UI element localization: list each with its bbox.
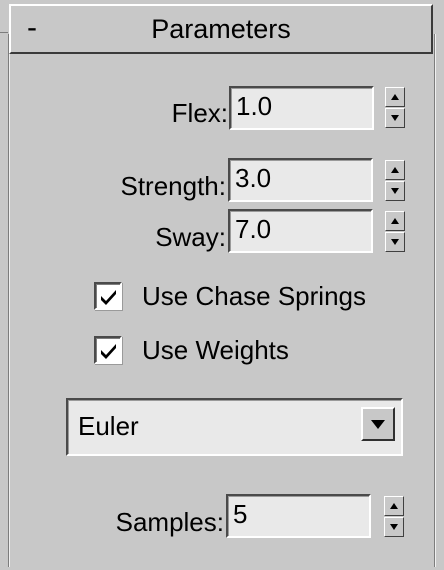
flex-label: Flex: (171, 98, 228, 128)
dropdown-selected-value: Euler (78, 411, 139, 441)
solver-dropdown[interactable]: Euler (66, 398, 403, 456)
sway-spinner[interactable] (385, 211, 405, 253)
flex-field[interactable]: 1.0 (229, 86, 374, 130)
samples-field[interactable]: 5 (226, 494, 371, 538)
parameters-panel: - Parameters Flex: 1.0 Strength: 3.0 Swa… (0, 0, 444, 570)
sway-spin-up-button[interactable] (385, 211, 405, 231)
use-weights-row[interactable]: Use Weights (94, 334, 334, 368)
spinner-up-icon (391, 218, 399, 224)
strength-field[interactable]: 3.0 (228, 158, 373, 202)
flex-spin-up-button[interactable] (385, 87, 405, 107)
strength-spin-up-button[interactable] (385, 160, 405, 180)
strength-spinner[interactable] (385, 160, 405, 202)
flex-spinner[interactable] (385, 87, 405, 129)
sway-field[interactable]: 7.0 (228, 209, 373, 253)
frame-left-border (8, 34, 9, 567)
use-weights-label: Use Weights (142, 335, 289, 365)
sway-label: Sway: (155, 222, 226, 252)
sway-spin-down-button[interactable] (385, 232, 405, 252)
strength-spin-down-button[interactable] (385, 181, 405, 201)
parameters-rollout-header[interactable]: - Parameters (9, 4, 433, 54)
checkmark-icon (101, 344, 116, 359)
dropdown-arrow-button[interactable] (361, 407, 395, 441)
spinner-up-icon (390, 503, 398, 509)
spinner-down-icon (390, 524, 398, 530)
spinner-down-icon (391, 188, 399, 194)
frame-line (0, 32, 8, 33)
samples-spinner[interactable] (384, 496, 404, 538)
spinner-up-icon (391, 167, 399, 173)
use-weights-checkbox[interactable] (94, 336, 122, 364)
spinner-down-icon (391, 239, 399, 245)
chevron-down-icon (371, 420, 385, 429)
samples-spin-up-button[interactable] (384, 496, 404, 516)
strength-label: Strength: (120, 171, 226, 201)
flex-spin-down-button[interactable] (385, 108, 405, 128)
spinner-up-icon (391, 94, 399, 100)
use-chase-springs-row[interactable]: Use Chase Springs (94, 280, 394, 314)
use-chase-springs-label: Use Chase Springs (142, 281, 366, 311)
rollout-title: Parameters (151, 14, 291, 44)
frame-right-border (434, 34, 435, 567)
use-chase-springs-checkbox[interactable] (94, 282, 122, 310)
spinner-down-icon (391, 115, 399, 121)
samples-spin-down-button[interactable] (384, 517, 404, 537)
samples-label: Samples: (115, 507, 224, 537)
checkmark-icon (101, 290, 116, 305)
